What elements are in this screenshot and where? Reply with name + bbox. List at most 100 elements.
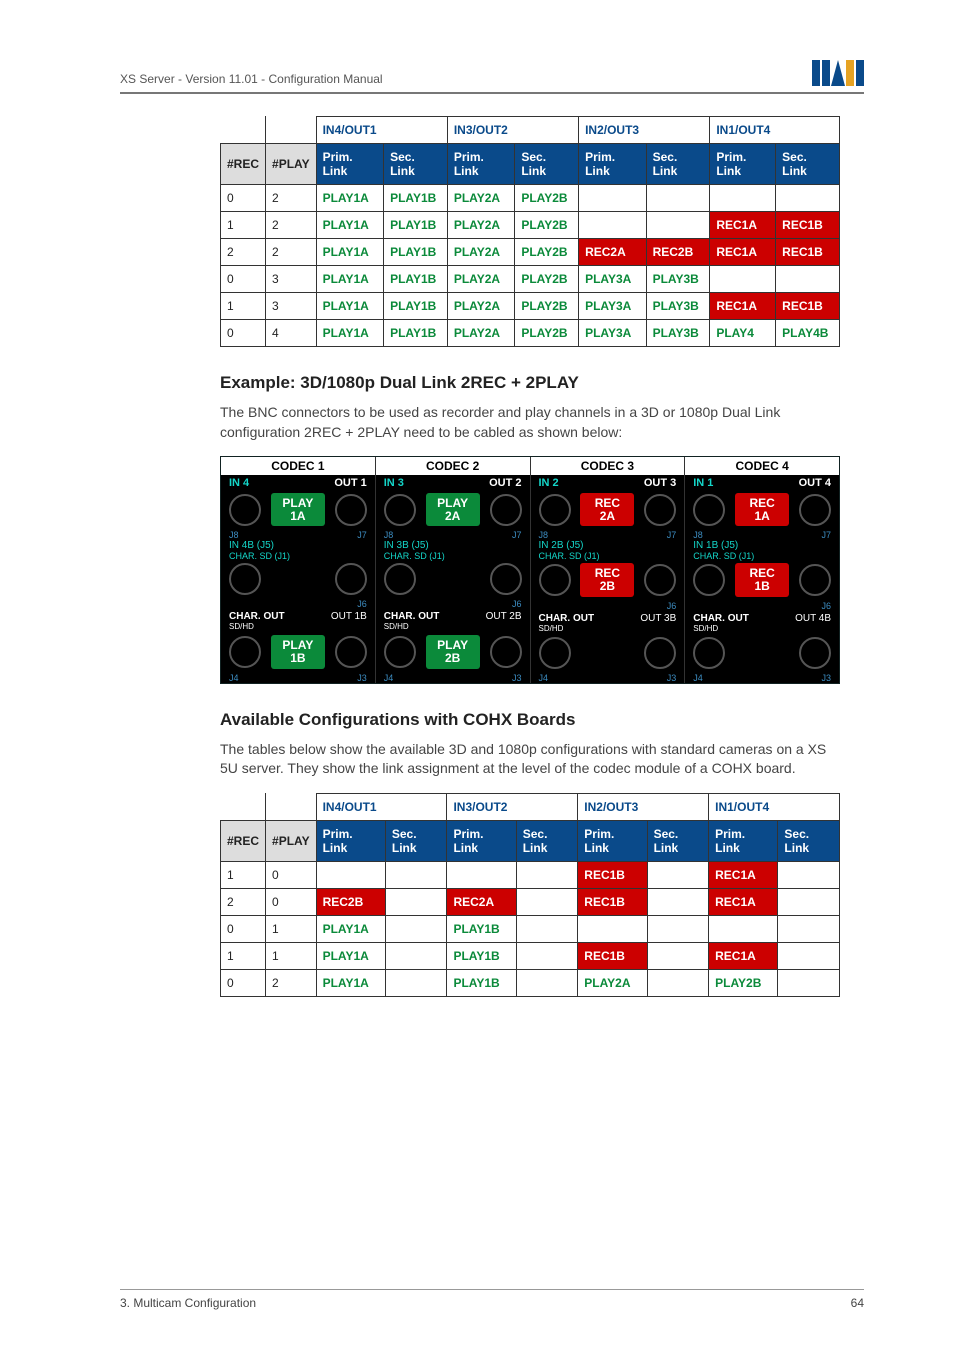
- codec-title: CODEC 4: [685, 457, 839, 475]
- cell-link: PLAY1A: [316, 212, 384, 239]
- bnc-connector-icon: [539, 637, 571, 669]
- rec-tag: REC2A: [580, 493, 634, 526]
- outb-label: OUT 4B: [795, 613, 831, 633]
- char-sd-label: CHAR. SD (J1): [693, 551, 754, 561]
- cell-link: PLAY2A: [447, 239, 515, 266]
- table-group-header: IN1/OUT4: [709, 793, 840, 820]
- bnc-connector-icon: [644, 637, 676, 669]
- cell-link: [385, 888, 447, 915]
- cell-link: [647, 969, 709, 996]
- bnc-connector-icon: [490, 494, 522, 526]
- table-sub-header: Prim. Link: [579, 144, 647, 185]
- play-tag: PLAY1A: [271, 493, 325, 526]
- table-row: 04PLAY1APLAY1BPLAY2APLAY2BPLAY3APLAY3BPL…: [221, 320, 840, 347]
- cell-link: PLAY2A: [447, 266, 515, 293]
- table-row: 10REC1BREC1A: [221, 861, 840, 888]
- table-row: 12PLAY1APLAY1BPLAY2APLAY2BREC1AREC1B: [221, 212, 840, 239]
- cell-link: PLAY1B: [447, 969, 516, 996]
- codec-title: CODEC 2: [376, 457, 530, 475]
- cell-link: [579, 185, 647, 212]
- cell-link: [709, 915, 778, 942]
- cell-rec: 2: [221, 239, 266, 266]
- cell-link: [578, 915, 647, 942]
- cell-link: [778, 888, 840, 915]
- jack-label: J7: [357, 530, 367, 540]
- cell-link: PLAY2B: [515, 212, 579, 239]
- table-sub-header: #REC: [221, 144, 266, 185]
- cell-link: [710, 266, 776, 293]
- cell-link: PLAY1A: [316, 942, 385, 969]
- char-sd-label: CHAR. SD (J1): [384, 551, 445, 561]
- cell-link: [579, 212, 647, 239]
- char-sd-label: CHAR. SD (J1): [539, 551, 600, 561]
- bnc-connector-icon: [335, 494, 367, 526]
- bnc-connector-icon: [799, 564, 831, 596]
- cell-link: REC1A: [710, 293, 776, 320]
- table-sub-header: Prim. Link: [447, 144, 515, 185]
- table-group-header: IN1/OUT4: [710, 117, 840, 144]
- bnc-connector-icon: [384, 563, 416, 595]
- mid-in-label: IN 4B (J5): [229, 540, 274, 551]
- jack-label: J6: [821, 601, 831, 611]
- cell-link: [385, 861, 447, 888]
- mid-in-label: IN 2B (J5): [539, 540, 584, 551]
- table-sub-header: Sec. Link: [515, 144, 579, 185]
- table-sub-header: Prim. Link: [578, 820, 647, 861]
- cell-link: PLAY2A: [447, 293, 515, 320]
- cell-play: 1: [266, 942, 317, 969]
- cell-link: PLAY1A: [316, 239, 384, 266]
- cell-link: PLAY1B: [384, 185, 448, 212]
- jack-label: J6: [667, 601, 677, 611]
- bnc-connector-icon: [799, 637, 831, 669]
- mid-in-label: IN 1B (J5): [693, 540, 738, 551]
- cell-link: PLAY1B: [384, 212, 448, 239]
- jack-label: J3: [512, 673, 522, 683]
- char-out-label: CHAR. OUTSD/HD: [384, 611, 440, 631]
- cell-link: PLAY3B: [646, 320, 710, 347]
- cell-link: REC2A: [579, 239, 647, 266]
- table-sub-header: Prim. Link: [710, 144, 776, 185]
- table-sub-header: Sec. Link: [384, 144, 448, 185]
- in-label: IN 3: [384, 477, 404, 489]
- header-title: XS Server - Version 11.01 - Configuratio…: [120, 72, 383, 86]
- jack-label: J3: [357, 673, 367, 683]
- codec-title: CODEC 3: [531, 457, 685, 475]
- bnc-connector-icon: [539, 564, 571, 596]
- jack-label: J3: [667, 673, 677, 683]
- bnc-connector-icon: [490, 636, 522, 668]
- cell-link: PLAY1B: [447, 942, 516, 969]
- char-out-label: CHAR. OUTSD/HD: [539, 613, 595, 633]
- table-sub-header: #PLAY: [266, 820, 317, 861]
- cell-link: PLAY4: [710, 320, 776, 347]
- rec-tag: REC1A: [735, 493, 789, 526]
- cell-link: [778, 969, 840, 996]
- cell-link: PLAY2B: [709, 969, 778, 996]
- cell-link: [316, 861, 385, 888]
- jack-label: J4: [229, 673, 239, 683]
- cell-link: [710, 185, 776, 212]
- bnc-connector-icon: [490, 563, 522, 595]
- codec-block: CODEC 2IN 3OUT 2PLAY2AJ8J7IN 3B (J5)CHAR…: [376, 457, 531, 682]
- cell-link: PLAY1B: [384, 293, 448, 320]
- table-sub-header: Sec. Link: [647, 820, 709, 861]
- cell-rec: 0: [221, 320, 266, 347]
- cell-link: [516, 942, 578, 969]
- table-row: 01PLAY1APLAY1B: [221, 915, 840, 942]
- cell-rec: 1: [221, 293, 266, 320]
- cell-link: PLAY3A: [579, 266, 647, 293]
- cell-rec: 0: [221, 266, 266, 293]
- bnc-connector-icon: [693, 494, 725, 526]
- cell-rec: 2: [221, 888, 266, 915]
- cell-link: PLAY2B: [515, 185, 579, 212]
- codec-block: CODEC 4IN 1OUT 4REC1AJ8J7IN 1B (J5)CHAR.…: [685, 457, 839, 682]
- table-sub-header: Sec. Link: [778, 820, 840, 861]
- outb-label: OUT 2B: [486, 611, 522, 631]
- jack-label: J8: [384, 530, 394, 540]
- cell-link: REC1B: [578, 942, 647, 969]
- jack-label: J4: [693, 673, 703, 683]
- table-group-header: IN3/OUT2: [447, 793, 578, 820]
- table-sub-header: Prim. Link: [447, 820, 516, 861]
- jack-label: J3: [821, 673, 831, 683]
- cell-play: 0: [266, 888, 317, 915]
- cell-link: PLAY4B: [776, 320, 840, 347]
